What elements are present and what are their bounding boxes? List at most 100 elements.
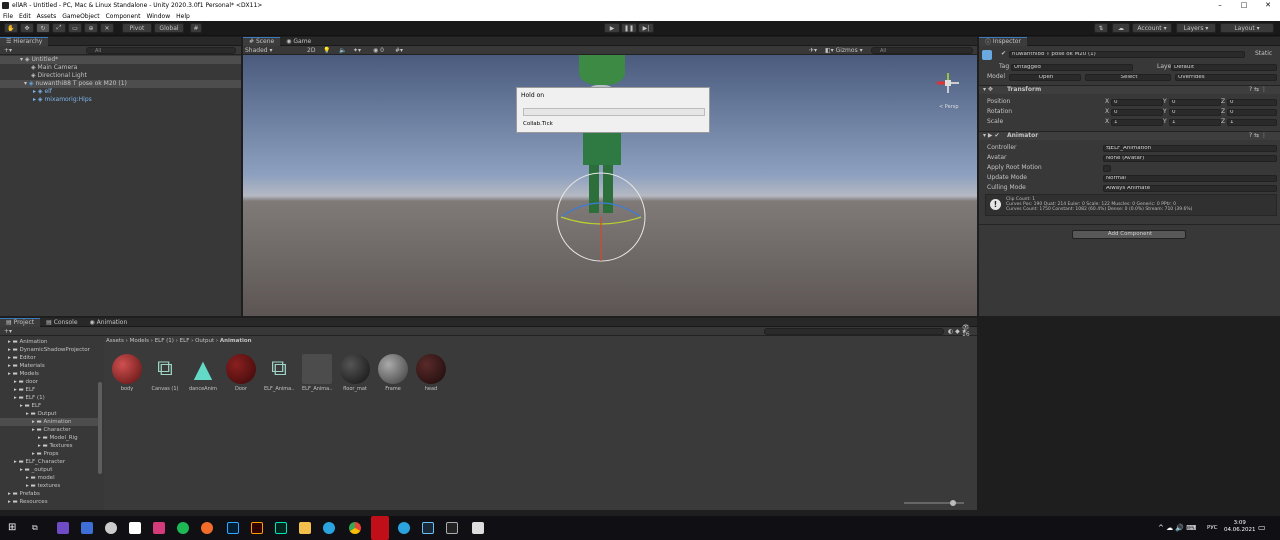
root-motion-checkbox[interactable] [1103,165,1111,172]
hidden-objects-icon[interactable]: ◉ 0 [373,47,384,54]
asset-canvas[interactable]: ⧉ Canvas (1) [150,354,180,392]
position-y-field[interactable]: 0 [1169,99,1221,106]
account-dropdown[interactable]: Account ▾ [1132,23,1172,33]
taskbar-telegram-icon[interactable] [323,522,335,534]
avatar-field[interactable]: None (Avatar) [1103,155,1277,162]
folder-tree-item[interactable]: ▸ ▬ Props [0,450,98,458]
hierarchy-item-main-camera[interactable]: ◈ Main Camera [0,64,77,72]
tab-project[interactable]: ▤ Project [0,317,41,327]
tree-scrollbar[interactable] [98,382,102,474]
rotation-gizmo[interactable] [553,169,649,265]
layers-dropdown[interactable]: Layers ▾ [1176,23,1216,33]
object-name-field[interactable]: nuwanthi88 T pose ok M20 (1) [1009,51,1245,58]
audio-toggle-icon[interactable]: 🔈 [339,47,346,54]
crumb-elf[interactable]: ELF [180,338,190,344]
tag-dropdown[interactable]: Untagged [1011,64,1133,71]
taskbar-steam-icon[interactable] [422,522,434,534]
taskbar-app-icon[interactable] [81,522,93,534]
menu-edit[interactable]: Edit [19,13,31,20]
folder-tree-item[interactable]: ▸ ▬ Model_Rig [0,434,98,442]
tab-scene[interactable]: # Scene [243,36,281,46]
asset-elf-anim-controller[interactable]: ⧉ ELF_Anima... [264,354,294,392]
select-button[interactable]: Select [1085,74,1171,81]
play-button[interactable]: ▶ [604,23,620,33]
layout-dropdown[interactable]: Layout ▾ [1220,23,1274,33]
asset-head[interactable]: head [416,354,446,392]
hierarchy-item-character[interactable]: ▾ ◈ nuwanthi88 T pose ok M20 (1) [0,80,241,88]
asset-floor-mat[interactable]: floor_mat [340,354,370,392]
folder-tree-item[interactable]: ▸ ▬ ELF [0,402,98,410]
crumb-output[interactable]: Output [195,338,214,344]
menu-file[interactable]: File [3,13,13,20]
step-button[interactable]: ▶| [638,23,654,33]
orientation-gizmo[interactable] [933,69,963,109]
crumb-assets[interactable]: Assets [106,338,124,344]
update-mode-dropdown[interactable]: Normal [1103,175,1277,182]
scale-y-field[interactable]: 1 [1169,119,1221,126]
scale-x-field[interactable]: 1 [1111,119,1163,126]
collab-icon[interactable]: ⇅ [1094,23,1108,33]
add-component-button[interactable]: Add Component [1072,230,1186,239]
cloud-icon[interactable]: ☁ [1112,23,1130,33]
toggle-2d-button[interactable]: 2D [307,47,315,54]
folder-tree-item[interactable]: ▸ ▬ Animation [0,338,98,346]
tray-icons[interactable]: ^ ☁ 🔊 ⌨ [1158,524,1196,532]
controller-field[interactable]: ⇆ELF_Animation [1103,145,1277,152]
folder-tree-item[interactable]: ▸ ▬ textures [0,482,98,490]
hierarchy-item-elf[interactable]: ▸ ◈ elf [0,88,52,96]
rect-tool-icon[interactable]: ▭ [68,23,82,33]
folder-tree-item[interactable]: ▸ ▬ Resources [0,498,98,506]
asset-elf-anim-model[interactable]: ELF_Anima... [302,354,332,392]
menu-component[interactable]: Component [106,13,141,20]
taskbar-illustrator-icon[interactable] [251,522,263,534]
rotation-z-field[interactable]: 0 [1227,109,1277,116]
pause-button[interactable]: ❚❚ [621,23,637,33]
folder-tree-item[interactable]: ▸ ▬ ELF [0,386,98,394]
taskbar-spotify-icon[interactable] [177,522,189,534]
hierarchy-scene-row[interactable]: ▾ ◈ Untitled* [0,56,241,64]
taskbar-app-icon[interactable] [57,522,69,534]
static-label[interactable]: Static [1255,50,1272,58]
taskbar-unity-icon[interactable] [129,522,141,534]
rotation-x-field[interactable]: 0 [1111,109,1163,116]
folder-tree-item[interactable]: ▸ ▬ model [0,474,98,482]
menu-help[interactable]: Help [176,13,190,20]
global-toggle[interactable]: Global [154,23,184,33]
tab-game[interactable]: ◉ Game [280,37,317,46]
tab-hierarchy[interactable]: ☰ Hierarchy [0,36,49,46]
maximize-button[interactable]: □ [1232,0,1256,11]
scale-tool-icon[interactable]: ⤢ [52,23,66,33]
task-view-icon[interactable]: ⧉ [32,523,38,533]
slider-thumb[interactable] [950,500,956,506]
taskbar-telegram2-icon[interactable] [398,522,410,534]
minimize-button[interactable]: – [1208,0,1232,11]
menu-gameobject[interactable]: GameObject [62,13,99,20]
grid-snap-icon[interactable]: # [190,23,202,33]
crumb-animation[interactable]: Animation [220,338,252,344]
hierarchy-search-input[interactable]: All [86,47,236,54]
notifications-icon[interactable]: ▭ [1258,523,1266,532]
persp-label[interactable]: < Persp [939,104,959,110]
folder-tree-item[interactable]: ▸ ▬ Character [0,426,98,434]
scene-search-input[interactable]: All [871,47,973,54]
lighting-toggle-icon[interactable]: 💡 [323,47,330,54]
folder-tree-item[interactable]: ▸ ▬ Prefabs [0,490,98,498]
animator-menu-icon[interactable]: ? ⇆ ⋮ [1249,132,1267,140]
hierarchy-item-hips[interactable]: ▸ ◈ mixamorig:Hips [0,96,92,104]
culling-mode-dropdown[interactable]: Always Animate [1103,185,1277,192]
tab-inspector[interactable]: ⓘ Inspector [979,36,1027,46]
folder-tree-item[interactable]: ▸ ▬ Materials [0,362,98,370]
position-z-field[interactable]: 0 [1227,99,1277,106]
folder-tree-item[interactable]: ▸ ▬ ELF_Character [0,458,98,466]
folder-tree-item[interactable]: ▸ ▬ door [0,378,98,386]
tab-animation[interactable]: ◉ Animation [84,318,134,327]
open-button[interactable]: Open [1009,74,1081,81]
folder-tree-item[interactable]: ▸ ▬ DynamicShadowProjector [0,346,98,354]
gizmos-dropdown[interactable]: ◧▾ Gizmos ▾ [825,47,863,54]
project-create-icon[interactable]: +▾ [4,328,12,335]
taskbar-opera-icon[interactable] [371,516,389,540]
folder-tree-item[interactable]: ▸ ▬ Textures [0,442,98,450]
crumb-models[interactable]: Models [130,338,149,344]
taskbar-chrome-icon[interactable] [349,522,361,534]
input-language[interactable]: РУС [1207,525,1218,531]
